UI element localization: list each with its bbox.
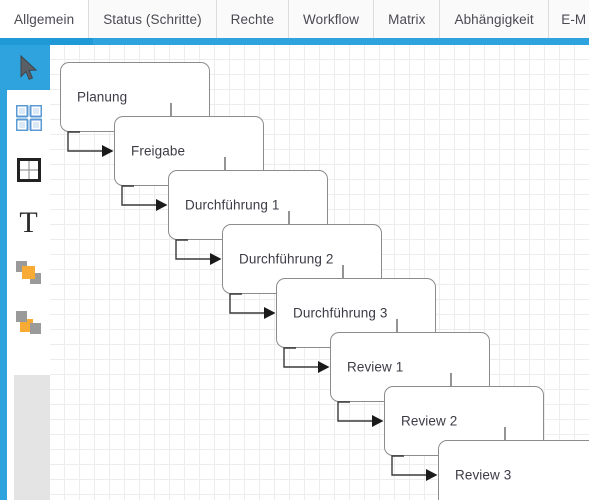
table-tool[interactable] bbox=[7, 147, 50, 192]
workflow-node-label: Durchführung 3 bbox=[293, 305, 388, 321]
bring-to-front-icon bbox=[15, 260, 41, 284]
send-back-tool[interactable] bbox=[7, 300, 50, 345]
tab-bar: Allgemein Status (Schritte) Rechte Workflow… bbox=[0, 0, 589, 38]
workflow-node-label: Review 3 bbox=[455, 467, 512, 483]
tab-rechte[interactable]: Rechte bbox=[216, 0, 290, 38]
tool-rail: T bbox=[0, 45, 57, 500]
bring-front-tool[interactable] bbox=[7, 250, 50, 295]
workflow-node-label: Freigabe bbox=[131, 143, 186, 159]
table-icon bbox=[16, 157, 41, 182]
tab-allgemein[interactable]: Allgemein bbox=[0, 0, 90, 38]
tab-workflow[interactable]: Workflow bbox=[289, 0, 375, 38]
send-to-back-icon bbox=[15, 310, 41, 334]
workflow-node-label: Planung bbox=[77, 89, 128, 105]
active-tab-indicator bbox=[0, 38, 93, 45]
workflow-node-label: Durchführung 1 bbox=[185, 197, 280, 213]
workflow-node-label: Durchführung 2 bbox=[239, 251, 334, 267]
tab-status-schritte[interactable]: Status (Schritte) bbox=[89, 0, 217, 38]
workflow-node-label: Review 2 bbox=[401, 413, 458, 429]
workflow-editor-window: Allgemein Status (Schritte) Rechte Workflow… bbox=[0, 0, 589, 500]
tab-bar-accent-underline bbox=[0, 38, 589, 45]
four-squares-icon bbox=[15, 104, 42, 131]
text-t-icon: T bbox=[19, 205, 38, 239]
tab-abh-ngigkeit[interactable]: Abhängigkeit bbox=[440, 0, 549, 38]
workflow-node-label: Review 1 bbox=[347, 359, 404, 375]
cursor-arrow-icon bbox=[20, 54, 37, 80]
tab-matrix[interactable]: Matrix bbox=[374, 0, 441, 38]
text-tool[interactable]: T bbox=[7, 200, 50, 245]
workflow-canvas[interactable]: Planung Freigabe Durchführung 1 Durchführun… bbox=[50, 45, 589, 500]
select-tool[interactable] bbox=[7, 45, 50, 90]
grid-tool[interactable] bbox=[7, 95, 50, 140]
tab-e-m[interactable]: E-M bbox=[548, 0, 589, 38]
workflow-node[interactable]: Review 3 bbox=[438, 440, 589, 500]
